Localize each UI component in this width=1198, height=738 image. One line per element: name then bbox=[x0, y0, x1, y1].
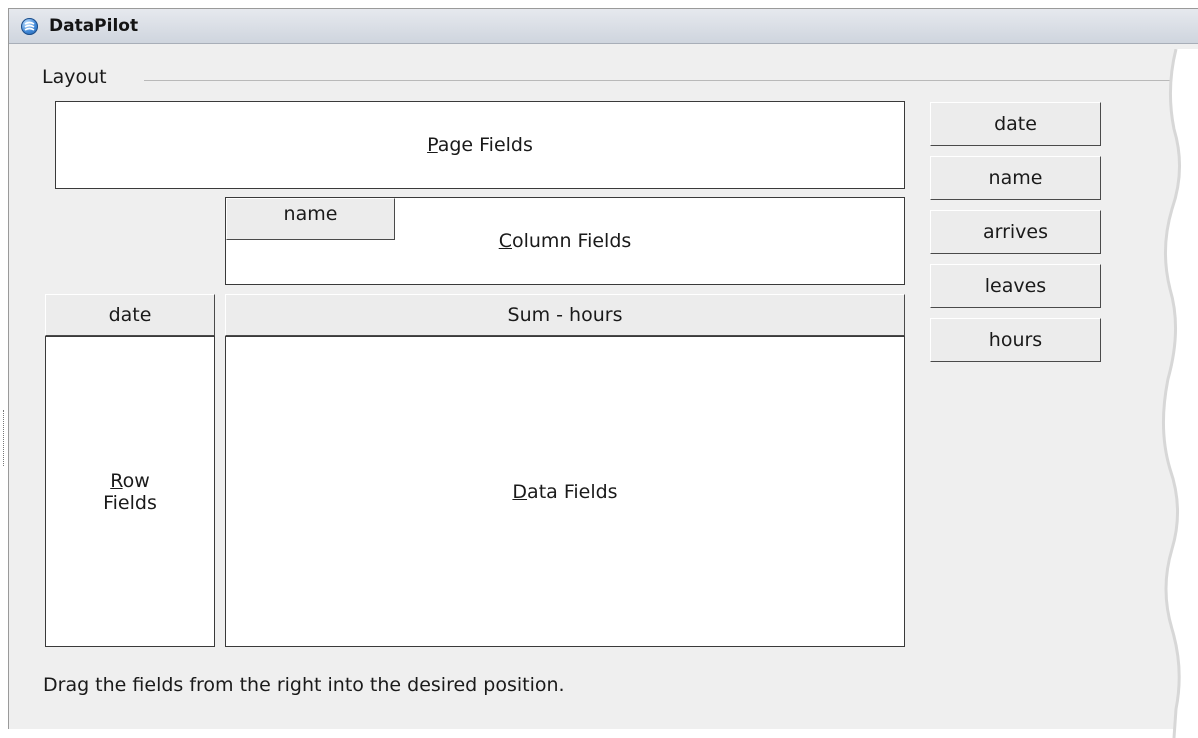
column-field-name[interactable]: name bbox=[226, 198, 395, 240]
row-fields-area[interactable]: Row Fields bbox=[45, 336, 215, 647]
resize-grip bbox=[3, 410, 5, 466]
available-field-date[interactable]: date bbox=[930, 102, 1101, 146]
layout-group-label: Layout bbox=[42, 66, 113, 88]
torn-edge-decoration bbox=[1162, 49, 1198, 738]
row-fields-label-line1: Row bbox=[110, 469, 150, 492]
available-field-name[interactable]: name bbox=[930, 156, 1101, 200]
data-fields-label: Data Fields bbox=[512, 480, 618, 503]
datapilot-app-icon bbox=[21, 18, 38, 35]
datapilot-dialog: DataPilot Layout Page Fields Column Fiel… bbox=[8, 8, 1198, 738]
available-field-leaves[interactable]: leaves bbox=[930, 264, 1101, 308]
row-field-date[interactable]: date bbox=[45, 294, 215, 336]
layout-group-divider bbox=[144, 80, 1194, 81]
data-field-sum-hours[interactable]: Sum - hours bbox=[225, 294, 905, 336]
available-field-hours[interactable]: hours bbox=[930, 318, 1101, 362]
page-fields-area[interactable]: Page Fields bbox=[55, 101, 905, 189]
title-bar[interactable]: DataPilot bbox=[9, 9, 1198, 44]
data-fields-area[interactable]: Data Fields bbox=[225, 336, 905, 647]
page-fields-label: Page Fields bbox=[427, 134, 533, 156]
available-field-arrives[interactable]: arrives bbox=[930, 210, 1101, 254]
row-fields-label-line2: Fields bbox=[103, 491, 157, 514]
window-title: DataPilot bbox=[49, 16, 139, 36]
drag-hint-text: Drag the fields from the right into the … bbox=[43, 674, 565, 696]
column-fields-label: Column Fields bbox=[498, 230, 632, 252]
